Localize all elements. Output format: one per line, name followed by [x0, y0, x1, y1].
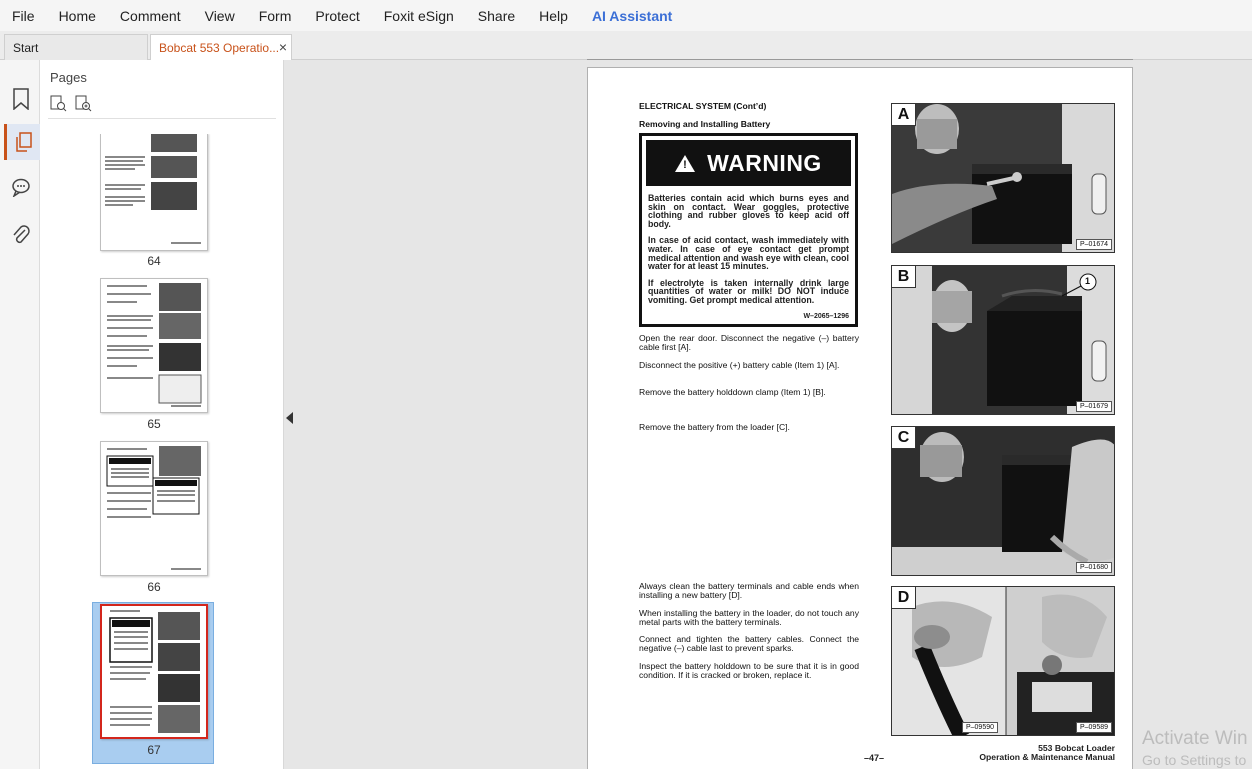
instruction-step: Disconnect the positive (+) battery cabl… — [639, 360, 840, 370]
instruction-step: When installing the battery in the loade… — [639, 608, 859, 627]
page-zoom-in-icon[interactable] — [75, 95, 92, 117]
tab-start[interactable]: Start — [4, 34, 148, 60]
photo-code: P–01679 — [1075, 401, 1112, 412]
warning-code: W–2065–1296 — [803, 313, 849, 320]
panel-tools — [50, 95, 92, 117]
side-rail — [0, 60, 40, 769]
menu-home[interactable]: Home — [59, 8, 96, 24]
collapse-arrow-icon[interactable] — [286, 412, 293, 424]
instruction-step: Inspect the battery holddown to be sure … — [639, 661, 859, 680]
photo-letter: C — [892, 427, 916, 449]
tab-start-label: Start — [13, 40, 39, 55]
photo-code: P–01680 — [1075, 562, 1112, 573]
instruction-step: Open the rear door. Disconnect the negat… — [639, 333, 859, 352]
warning-title: WARNING — [707, 149, 822, 176]
photo-a: A P–01674 — [891, 103, 1115, 253]
menu-help[interactable]: Help — [539, 8, 568, 24]
warning-header: ! WARNING — [646, 140, 851, 186]
photo-letter: A — [892, 104, 916, 126]
menu-file[interactable]: File — [12, 8, 35, 24]
thumbnail-list[interactable]: 64 65 66 67 — [40, 134, 268, 769]
photo-letter: D — [892, 587, 916, 609]
warning-paragraph: Batteries contain acid which burns eyes … — [648, 193, 849, 229]
instruction-step: Always clean the battery terminals and c… — [639, 581, 859, 600]
menu-protect[interactable]: Protect — [315, 8, 359, 24]
thumbnail-label: 67 — [147, 743, 161, 757]
photo-d: D P–09590 P–09589 — [891, 586, 1115, 736]
menu-form[interactable]: Form — [259, 8, 292, 24]
photo-c: C P–01680 — [891, 426, 1115, 576]
warning-paragraph: In case of acid contact, wash immediatel… — [648, 235, 849, 272]
activation-watermark-subtext: Go to Settings to — [1142, 752, 1247, 768]
footer-line: Operation & Maintenance Manual — [979, 752, 1115, 762]
menu-comment[interactable]: Comment — [120, 8, 181, 24]
menu-share[interactable]: Share — [478, 8, 515, 24]
close-icon[interactable]: × — [279, 39, 287, 55]
warning-paragraph: If electrolyte is taken internally drink… — [648, 277, 849, 305]
panel-title: Pages — [50, 70, 87, 85]
panel-collapse-handle[interactable] — [284, 60, 298, 769]
warning-body: Batteries contain acid which burns eyes … — [648, 194, 849, 313]
instruction-step: Remove the battery holddown clamp (Item … — [639, 387, 826, 397]
page-number: –47– — [864, 753, 885, 763]
thumbnail-label: 66 — [147, 580, 161, 594]
page-thumbnail[interactable] — [100, 441, 208, 576]
attachment-icon[interactable] — [6, 220, 36, 250]
menu-foxit-esign[interactable]: Foxit eSign — [384, 8, 454, 24]
tab-document[interactable]: Bobcat 553 Operatio... × — [150, 34, 292, 60]
previous-page-edge — [587, 59, 1133, 60]
photo-letter: B — [892, 266, 916, 288]
menu-view[interactable]: View — [205, 8, 235, 24]
panel-divider — [48, 118, 276, 119]
photo-code: P–01674 — [1075, 239, 1112, 250]
photo-code: P–09589 — [1075, 722, 1112, 733]
pages-panel: Pages 64 65 66 67 — [40, 60, 322, 769]
page-zoom-out-icon[interactable] — [50, 95, 67, 117]
comment-icon[interactable] — [6, 172, 36, 202]
photo-b: 1 B P–01679 — [891, 265, 1115, 415]
activation-watermark: Activate Win — [1142, 728, 1248, 749]
menu-bar: File Home Comment View Form Protect Foxi… — [0, 0, 1252, 31]
tab-bar: Start Bobcat 553 Operatio... × — [0, 31, 1252, 60]
thumbnail-label: 65 — [147, 417, 161, 431]
pages-icon[interactable] — [4, 124, 40, 160]
page-thumbnail-selected[interactable] — [100, 604, 208, 739]
instruction-step: Connect and tighten the battery cables. … — [639, 634, 859, 653]
section-heading: ELECTRICAL SYSTEM (Cont’d) — [639, 101, 767, 111]
callout-number: 1 — [1085, 276, 1091, 286]
page-thumbnail[interactable] — [100, 278, 208, 413]
menu-ai-assistant[interactable]: AI Assistant — [592, 8, 672, 24]
instruction-step: Remove the battery from the loader [C]. — [639, 422, 790, 432]
page-thumbnail[interactable] — [100, 134, 208, 251]
warning-box: ! WARNING Batteries contain acid which b… — [639, 133, 858, 327]
thumbnail-label: 64 — [147, 254, 161, 268]
photo-code: P–09590 — [961, 722, 998, 733]
page-footer: 553 Bobcat Loader Operation & Maintenanc… — [979, 744, 1115, 762]
warning-triangle-icon: ! — [675, 154, 696, 172]
subsection-heading: Removing and Installing Battery — [639, 119, 771, 129]
pdf-page: ELECTRICAL SYSTEM (Cont’d) Removing and … — [587, 67, 1133, 769]
bookmark-icon[interactable] — [6, 84, 36, 114]
tab-document-label: Bobcat 553 Operatio... — [159, 40, 280, 55]
